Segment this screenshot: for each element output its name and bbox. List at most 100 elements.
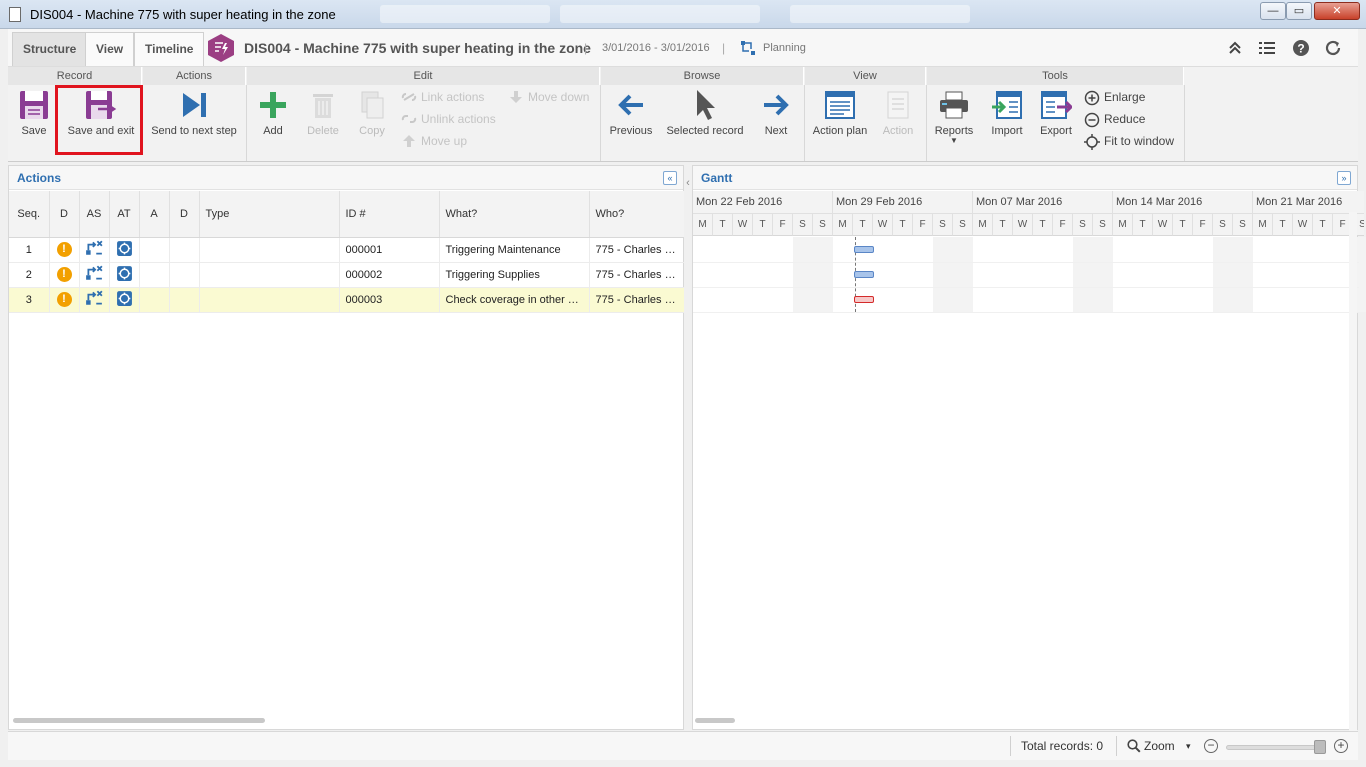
planning-icon: [741, 41, 755, 55]
column-header-d2[interactable]: D: [169, 191, 200, 238]
tab-view[interactable]: View: [85, 32, 135, 66]
column-header-at[interactable]: AT: [109, 191, 140, 238]
collapse-panel-button[interactable]: «: [663, 171, 677, 185]
gantt-weekend-shade: [793, 237, 833, 312]
column-header-seq[interactable]: Seq.: [9, 191, 50, 238]
reports-button[interactable]: Reports ▼: [933, 89, 975, 145]
next-button[interactable]: Next: [756, 89, 796, 137]
zoom-label: Zoom: [1144, 739, 1175, 753]
delete-button[interactable]: Delete: [303, 89, 343, 137]
tab-structure[interactable]: Structure: [12, 32, 88, 66]
cursor-pointer-icon: [697, 90, 715, 120]
link-actions-button[interactable]: Link actions: [401, 88, 501, 106]
cell-a: [139, 262, 170, 288]
cell-d2: [169, 237, 200, 263]
gantt-task-bar[interactable]: [854, 246, 874, 253]
fit-to-window-button[interactable]: Fit to window: [1084, 132, 1184, 150]
gantt-weekend-shade: [1073, 237, 1113, 312]
list-icon[interactable]: [1258, 39, 1276, 57]
send-to-next-step-button[interactable]: Send to next step: [148, 89, 240, 137]
column-header-d[interactable]: D: [49, 191, 80, 238]
reduce-label: Reduce: [1104, 112, 1146, 126]
move-down-button[interactable]: Move down: [508, 88, 600, 106]
gantt-day-label: T: [1173, 214, 1193, 236]
column-header-who[interactable]: Who?: [589, 191, 686, 238]
zoom-slider[interactable]: [1226, 745, 1322, 750]
reduce-button[interactable]: Reduce: [1084, 110, 1174, 128]
record-dates: 3/01/2016 - 3/01/2016: [602, 42, 710, 54]
import-button[interactable]: Import: [986, 89, 1028, 137]
gantt-day-label: W: [873, 214, 893, 236]
vertical-scrollbar[interactable]: [1349, 212, 1357, 731]
action-plan-button[interactable]: Action plan: [809, 89, 871, 137]
expand-panel-button[interactable]: »: [1337, 171, 1351, 185]
action-button[interactable]: Action: [878, 89, 918, 137]
unlink-actions-button[interactable]: Unlink actions: [401, 110, 511, 128]
column-header-a[interactable]: A: [139, 191, 170, 238]
column-header-id[interactable]: ID #: [339, 191, 440, 238]
zoom-in-button[interactable]: +: [1334, 739, 1348, 753]
plus-icon: [260, 92, 286, 118]
gantt-task-bar[interactable]: [854, 271, 874, 278]
maximize-button[interactable]: ▭: [1286, 2, 1312, 20]
collapse-up-icon[interactable]: [1226, 39, 1244, 57]
cell-as: [79, 287, 110, 313]
gantt-panel-title: Gantt: [693, 166, 1357, 190]
copy-icon: [361, 91, 384, 119]
export-button[interactable]: Export: [1035, 89, 1077, 137]
tab-timeline[interactable]: Timeline: [134, 32, 205, 66]
trash-icon: [313, 94, 333, 118]
arrow-down-icon: [510, 91, 522, 103]
column-header-type[interactable]: Type: [199, 191, 340, 238]
record-header: Structure View Timeline DIS004 - Machine…: [8, 29, 1358, 67]
cell-what: Triggering Supplies: [439, 262, 590, 288]
gantt-timescale: Mon 22 Feb 2016 M T W T F S S Mon 29 Feb 2016 M T W…: [693, 191, 1364, 237]
previous-label: Previous: [609, 125, 653, 137]
cell-seq: 3: [9, 287, 50, 313]
import-icon: [992, 91, 1022, 119]
gantt-day-label: T: [1133, 214, 1153, 236]
refresh-icon[interactable]: [1324, 39, 1342, 57]
save-button[interactable]: Save: [14, 89, 54, 137]
move-up-button[interactable]: Move up: [401, 132, 481, 150]
enlarge-button[interactable]: Enlarge: [1084, 88, 1174, 106]
group-title-browse: Browse: [601, 67, 804, 85]
cell-a: [139, 287, 170, 313]
panel-splitter[interactable]: ‹: [684, 165, 692, 730]
copy-button[interactable]: Copy: [352, 89, 392, 137]
selected-record-button[interactable]: Selected record: [664, 89, 746, 137]
gantt-day-label: F: [913, 214, 933, 236]
cell-id: 000001: [339, 237, 440, 263]
column-header-what[interactable]: What?: [439, 191, 590, 238]
previous-button[interactable]: Previous: [608, 89, 654, 137]
minimize-button[interactable]: —: [1260, 2, 1286, 20]
table-row-selected[interactable]: 3 ! 000003 Check coverage in other machi…: [9, 287, 686, 313]
gantt-day-label: W: [1153, 214, 1173, 236]
window-title: DIS004 - Machine 775 with super heating …: [30, 7, 336, 22]
unlink-actions-label: Unlink actions: [421, 112, 496, 126]
warning-icon: !: [56, 242, 72, 257]
cell-d: !: [49, 287, 80, 313]
horizontal-scrollbar[interactable]: [695, 718, 735, 723]
gantt-day-label: M: [833, 214, 853, 236]
gantt-day-label: S: [1073, 214, 1093, 236]
actions-table: Seq. D AS AT A D Type ID # What? Who? 1 …: [9, 191, 686, 313]
arrow-right-icon: [764, 94, 789, 116]
horizontal-scrollbar[interactable]: [13, 718, 265, 723]
zoom-slider-handle[interactable]: [1314, 740, 1326, 754]
gantt-day-label: S: [933, 214, 953, 236]
background-tab-ghost: [380, 5, 550, 23]
table-row[interactable]: 1 ! 000001 Triggering Maintenance 775 - …: [9, 237, 686, 263]
gantt-task-bar[interactable]: [854, 296, 874, 303]
cell-at: [109, 262, 140, 288]
close-button[interactable]: ✕: [1314, 2, 1360, 20]
cell-at: [109, 237, 140, 263]
cell-d: !: [49, 237, 80, 263]
help-icon[interactable]: ?: [1292, 39, 1310, 57]
column-header-as[interactable]: AS: [79, 191, 110, 238]
gantt-day-label: F: [1193, 214, 1213, 236]
add-button[interactable]: Add: [253, 89, 293, 137]
table-row[interactable]: 2 ! 000002 Triggering Supplies 775 - Cha…: [9, 262, 686, 288]
zoom-out-button[interactable]: −: [1204, 739, 1218, 753]
arrow-up-icon: [403, 135, 415, 147]
